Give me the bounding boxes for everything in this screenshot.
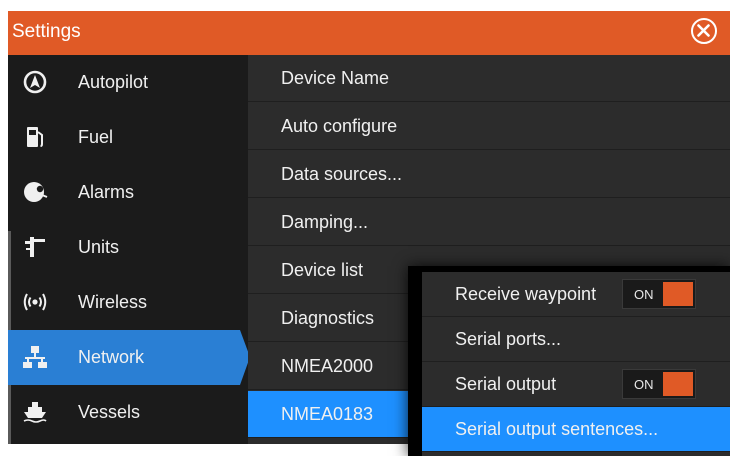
menu-item-label: Serial output — [455, 374, 557, 394]
screen: Settings Autopilot Fuel Alarms Units Wir… — [0, 0, 730, 456]
network-icon — [23, 346, 47, 368]
list-item-nmea0183[interactable]: NMEA0183 — [248, 391, 420, 438]
list-item-label: NMEA0183 — [281, 404, 374, 424]
fuel-icon — [27, 127, 43, 147]
close-icon — [697, 24, 710, 37]
list-item-label: Diagnostics — [281, 308, 375, 328]
sidebar-item-label: Vessels — [78, 402, 141, 422]
list-item-damping[interactable]: Damping... — [248, 199, 730, 246]
list-item-label: NMEA2000 — [281, 356, 374, 376]
list-item-label: Damping... — [281, 212, 369, 232]
sidebar-item-label: Units — [78, 237, 120, 257]
list-item-label: Auto configure — [281, 116, 398, 136]
toggle-state-label: ON — [634, 287, 654, 302]
sidebar-item-label: Network — [78, 347, 145, 367]
sidebar-item-units[interactable]: Units — [8, 220, 248, 275]
menu-item-receive-waypoint[interactable]: Receive waypoint ON — [422, 272, 730, 317]
toggle-knob — [663, 372, 693, 396]
sidebar-item-label: Autopilot — [78, 72, 149, 92]
list-item-label: Data sources... — [281, 164, 403, 184]
sidebar-item-network[interactable]: Network — [8, 330, 250, 385]
sidebar-item-label: Fuel — [78, 127, 114, 147]
sidebar-item-alarms[interactable]: Alarms — [8, 165, 248, 220]
sidebar-item-autopilot[interactable]: Autopilot — [8, 55, 248, 110]
menu-item-label: Serial output sentences... — [455, 419, 659, 439]
nmea0183-popup: Receive waypoint ON Serial ports... Seri… — [408, 266, 730, 456]
autopilot-icon — [23, 70, 47, 94]
toggle-state-label: ON — [634, 377, 654, 392]
sidebar: Autopilot Fuel Alarms Units Wireless Net… — [8, 55, 250, 444]
sidebar-item-vessels[interactable]: Vessels — [8, 385, 248, 440]
window-title: Settings — [12, 21, 81, 42]
list-item-data-sources[interactable]: Data sources... — [248, 151, 730, 198]
units-icon — [25, 237, 45, 257]
list-item-label: Device list — [281, 260, 364, 280]
menu-item-label: Receive waypoint — [455, 284, 597, 304]
vessels-icon — [23, 402, 47, 423]
receive-waypoint-toggle[interactable]: ON — [622, 279, 696, 309]
list-item-device-name[interactable]: Device Name — [248, 55, 730, 102]
menu-item-label: Serial ports... — [455, 329, 562, 349]
toggle-knob — [663, 282, 693, 306]
menu-item-serial-output[interactable]: Serial output ON — [422, 362, 730, 407]
sidebar-item-label: Wireless — [78, 292, 148, 312]
wireless-icon — [23, 293, 47, 311]
sidebar-item-fuel[interactable]: Fuel — [8, 110, 248, 165]
close-button[interactable] — [691, 18, 717, 44]
list-item-auto-configure[interactable]: Auto configure — [248, 103, 730, 150]
serial-output-toggle[interactable]: ON — [622, 369, 696, 399]
sidebar-item-label: Alarms — [78, 182, 135, 202]
menu-item-serial-output-sentences[interactable]: Serial output sentences... — [422, 407, 730, 452]
nmea0183-menu: Receive waypoint ON Serial ports... Seri… — [422, 272, 730, 456]
menu-item-serial-ports[interactable]: Serial ports... — [422, 317, 730, 362]
sidebar-item-wireless[interactable]: Wireless — [8, 275, 248, 330]
alarm-bell-icon — [24, 182, 48, 202]
list-item-label: Device Name — [281, 68, 390, 88]
title-bar: Settings — [8, 11, 730, 55]
